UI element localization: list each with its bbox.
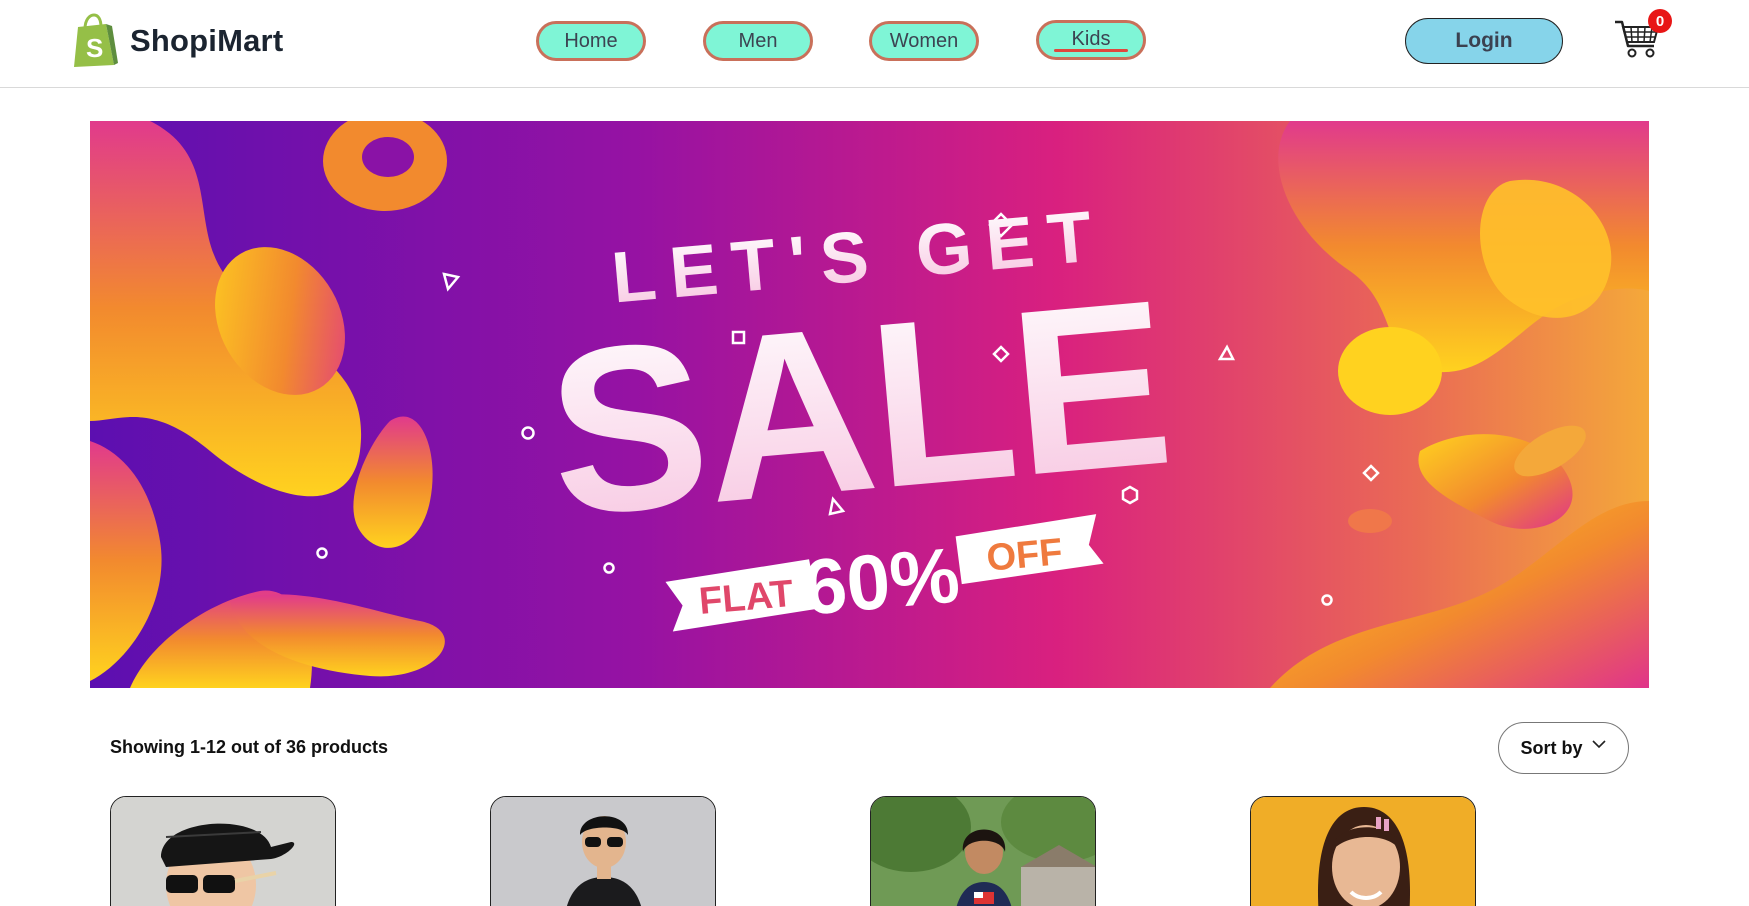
product-card-1[interactable] (110, 796, 336, 906)
banner-percent: 60% (800, 530, 963, 631)
nav-women-label: Women (889, 29, 959, 52)
product-image-girl-yellow (1251, 797, 1475, 906)
svg-text:S: S (86, 33, 103, 63)
product-card-2[interactable] (490, 796, 716, 906)
product-card-4[interactable] (1250, 796, 1476, 906)
nav-women[interactable]: Women (869, 21, 979, 61)
product-image-boy-cap (111, 797, 335, 906)
brand[interactable]: S ShopiMart (70, 12, 283, 70)
banner-flat: FLAT (697, 573, 795, 623)
results-count: Showing 1-12 out of 36 products (110, 737, 389, 757)
product-card-3[interactable] (870, 796, 1096, 906)
product-image-girl-park (871, 797, 1095, 906)
nav-home-label: Home (564, 29, 618, 52)
login-button[interactable]: Login (1405, 18, 1563, 64)
cart-count-badge: 0 (1648, 9, 1672, 33)
chevron-down-icon (1591, 740, 1606, 749)
nav-men-label: Men (738, 29, 778, 52)
nav-kids[interactable]: Kids (1036, 20, 1146, 60)
sale-banner[interactable]: LET'S GET SALE FLAT 60% OFF (90, 121, 1649, 688)
brand-name: ShopiMart (130, 23, 284, 58)
nav-kids-label: Kids (1071, 28, 1111, 50)
shopify-bag-icon: S (74, 13, 118, 67)
navbar: S ShopiMart Home Men Women Kids Login 0 (0, 0, 1749, 88)
sort-by-label: Sort by (1520, 737, 1583, 758)
nav-men[interactable]: Men (703, 21, 813, 61)
sale-banner-art: LET'S GET SALE FLAT 60% OFF (90, 121, 1649, 688)
sort-by-button[interactable]: Sort by (1498, 722, 1629, 774)
product-image-boy-sunglasses (491, 797, 715, 906)
nav-home[interactable]: Home (536, 21, 646, 61)
banner-off: OFF (985, 531, 1064, 579)
active-underline (1054, 49, 1128, 52)
